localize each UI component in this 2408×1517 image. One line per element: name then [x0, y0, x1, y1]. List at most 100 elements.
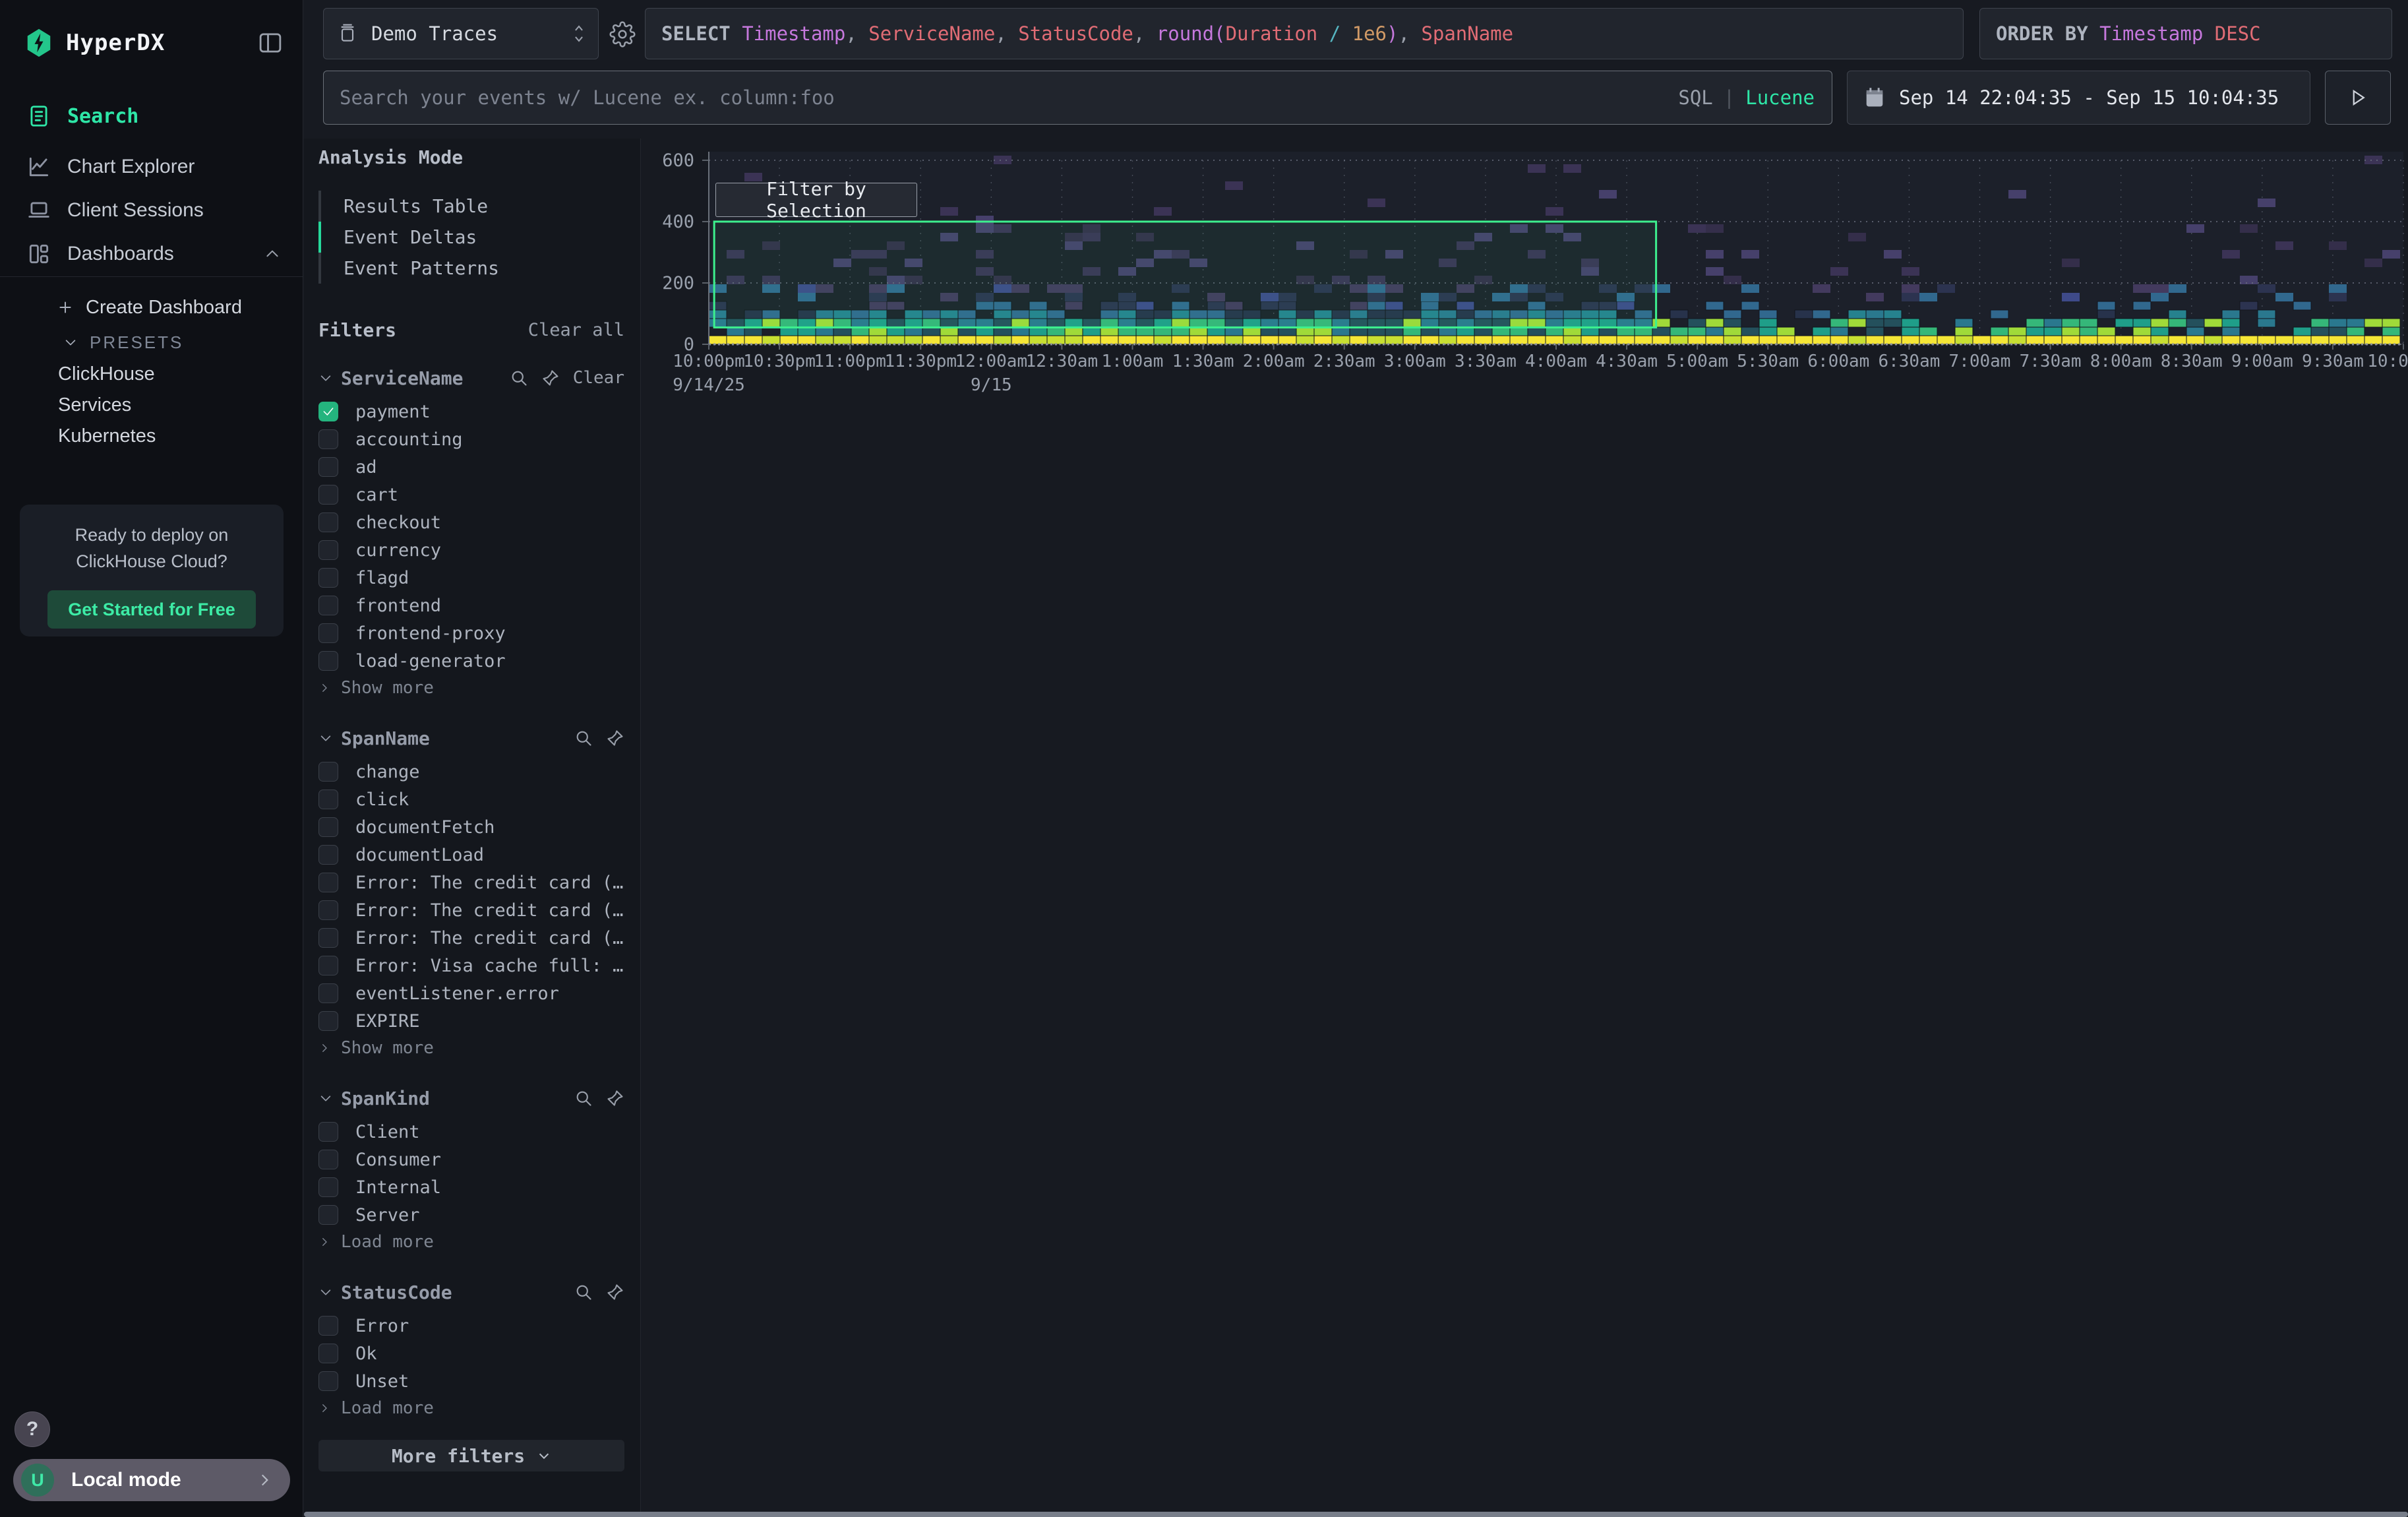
events-heatmap-chart[interactable]: 020040060010:00pm10:30pm11:00pm11:30pm12…: [643, 139, 2408, 416]
checkbox[interactable]: [318, 596, 338, 615]
filter-option-client[interactable]: Client: [318, 1118, 624, 1146]
filter-option-server[interactable]: Server: [318, 1201, 624, 1229]
checkbox[interactable]: [318, 540, 338, 560]
filter-option-documentfetch[interactable]: documentFetch: [318, 813, 624, 841]
order-by-input[interactable]: ORDER BY Timestamp DESC: [1979, 8, 2392, 59]
get-started-button[interactable]: Get Started for Free: [47, 590, 256, 629]
gear-icon[interactable]: [609, 21, 636, 47]
sql-toggle[interactable]: SQL: [1678, 86, 1712, 109]
pin-icon[interactable]: [606, 1089, 624, 1107]
filter-option-currency[interactable]: currency: [318, 536, 624, 564]
filter-option-ok[interactable]: Ok: [318, 1340, 624, 1367]
lucene-toggle[interactable]: Lucene: [1745, 86, 1815, 109]
checkbox[interactable]: [318, 873, 338, 892]
sidebar-item-dashboards[interactable]: Dashboards: [0, 233, 303, 274]
filter-show-more[interactable]: Show more: [318, 1035, 624, 1061]
filter-by-selection-button[interactable]: Filter by Selection: [715, 183, 917, 217]
chevron-down-icon[interactable]: [318, 731, 333, 745]
filter-option-error[interactable]: Error: [318, 1312, 624, 1340]
filter-show-more[interactable]: Show more: [318, 675, 624, 701]
preset-item-services[interactable]: Services: [0, 389, 303, 421]
analysis-mode-event-deltas[interactable]: Event Deltas: [318, 222, 624, 253]
local-mode-button[interactable]: U Local mode: [13, 1459, 290, 1501]
search-icon[interactable]: [574, 1283, 593, 1301]
select-query-input[interactable]: SELECT Timestamp, ServiceName, StatusCod…: [645, 8, 1964, 59]
filter-option-consumer[interactable]: Consumer: [318, 1146, 624, 1173]
filter-option-error-visa-cache-full-[interactable]: Error: Visa cache full: …: [318, 952, 624, 979]
more-filters-button[interactable]: More filters: [318, 1440, 624, 1471]
filter-option-error-the-credit-card-[interactable]: Error: The credit card (…: [318, 869, 624, 896]
checkbox[interactable]: [318, 1177, 338, 1197]
search-input[interactable]: Search your events w/ Lucene ex. column:…: [323, 71, 1832, 125]
analysis-mode-event-patterns[interactable]: Event Patterns: [321, 253, 624, 284]
chevron-down-icon[interactable]: [318, 1285, 333, 1299]
filter-option-cart[interactable]: cart: [318, 481, 624, 509]
checkbox[interactable]: [318, 762, 338, 782]
filter-group-clear[interactable]: Clear: [573, 368, 624, 388]
checkbox[interactable]: [318, 1011, 338, 1031]
filter-option-click[interactable]: click: [318, 786, 624, 813]
checkbox[interactable]: [318, 429, 338, 449]
filter-option-ad[interactable]: ad: [318, 453, 624, 481]
pin-icon[interactable]: [606, 1283, 624, 1301]
chevron-down-icon[interactable]: [318, 1091, 333, 1105]
selection-region[interactable]: [714, 222, 1656, 327]
checkbox[interactable]: [318, 485, 338, 505]
pin-icon[interactable]: [541, 369, 560, 387]
search-icon[interactable]: [574, 1089, 593, 1107]
preset-item-clickhouse[interactable]: ClickHouse: [0, 358, 303, 390]
checkbox[interactable]: [318, 900, 338, 920]
filter-option-payment[interactable]: payment: [318, 398, 624, 425]
pin-icon[interactable]: [606, 729, 624, 747]
analysis-mode-results-table[interactable]: Results Table: [321, 191, 624, 222]
source-select[interactable]: Demo Traces: [323, 8, 599, 59]
sidebar-item-client-sessions[interactable]: Client Sessions: [0, 190, 303, 231]
checkbox[interactable]: [318, 928, 338, 948]
help-button[interactable]: ?: [15, 1411, 50, 1447]
sidebar-item-chart-explorer[interactable]: Chart Explorer: [0, 146, 303, 187]
filter-option-frontend-proxy[interactable]: frontend-proxy: [318, 619, 624, 647]
date-range-picker[interactable]: Sep 14 22:04:35 - Sep 15 10:04:35: [1847, 71, 2310, 125]
sidebar-item-search[interactable]: Search: [0, 96, 303, 137]
checkbox[interactable]: [318, 845, 338, 865]
filter-option-checkout[interactable]: checkout: [318, 509, 624, 536]
filter-option-expire[interactable]: EXPIRE: [318, 1007, 624, 1035]
checkbox[interactable]: [318, 623, 338, 643]
search-icon[interactable]: [574, 729, 593, 747]
checkbox[interactable]: [318, 789, 338, 809]
filter-option-error-the-credit-card-[interactable]: Error: The credit card (…: [318, 924, 624, 952]
presets-toggle[interactable]: PRESETS: [0, 326, 303, 358]
collapse-sidebar-icon[interactable]: [256, 29, 284, 57]
checkbox[interactable]: [318, 817, 338, 837]
checkbox[interactable]: [318, 1371, 338, 1391]
filter-option-frontend[interactable]: frontend: [318, 592, 624, 619]
checkbox[interactable]: [318, 1150, 338, 1169]
filter-option-unset[interactable]: Unset: [318, 1367, 624, 1395]
filter-option-change[interactable]: change: [318, 758, 624, 786]
filter-option-flagd[interactable]: flagd: [318, 564, 624, 592]
filter-option-eventlistener-error[interactable]: eventListener.error: [318, 979, 624, 1007]
checkbox[interactable]: [318, 512, 338, 532]
filter-option-error-the-credit-card-[interactable]: Error: The credit card (…: [318, 896, 624, 924]
checkbox[interactable]: [318, 956, 338, 975]
filter-load-more[interactable]: Load more: [318, 1395, 624, 1421]
filter-option-load-generator[interactable]: load-generator: [318, 647, 624, 675]
run-query-button[interactable]: [2325, 71, 2391, 125]
checkbox[interactable]: [318, 651, 338, 671]
checkbox[interactable]: [318, 568, 338, 588]
checkbox[interactable]: [318, 1316, 338, 1336]
checkbox[interactable]: [318, 1344, 338, 1363]
filter-option-accounting[interactable]: accounting: [318, 425, 624, 453]
preset-item-kubernetes[interactable]: Kubernetes: [0, 420, 303, 452]
clear-all-filters[interactable]: Clear all: [528, 320, 624, 340]
checkbox[interactable]: [318, 1122, 338, 1142]
checkbox[interactable]: [318, 402, 338, 421]
checkbox[interactable]: [318, 457, 338, 477]
checkbox[interactable]: [318, 1205, 338, 1225]
create-dashboard-button[interactable]: Create Dashboard: [0, 292, 303, 323]
filter-load-more[interactable]: Load more: [318, 1229, 624, 1255]
horizontal-scrollbar[interactable]: [304, 1512, 2408, 1517]
search-icon[interactable]: [510, 369, 528, 387]
checkbox[interactable]: [318, 983, 338, 1003]
chevron-down-icon[interactable]: [318, 371, 333, 385]
